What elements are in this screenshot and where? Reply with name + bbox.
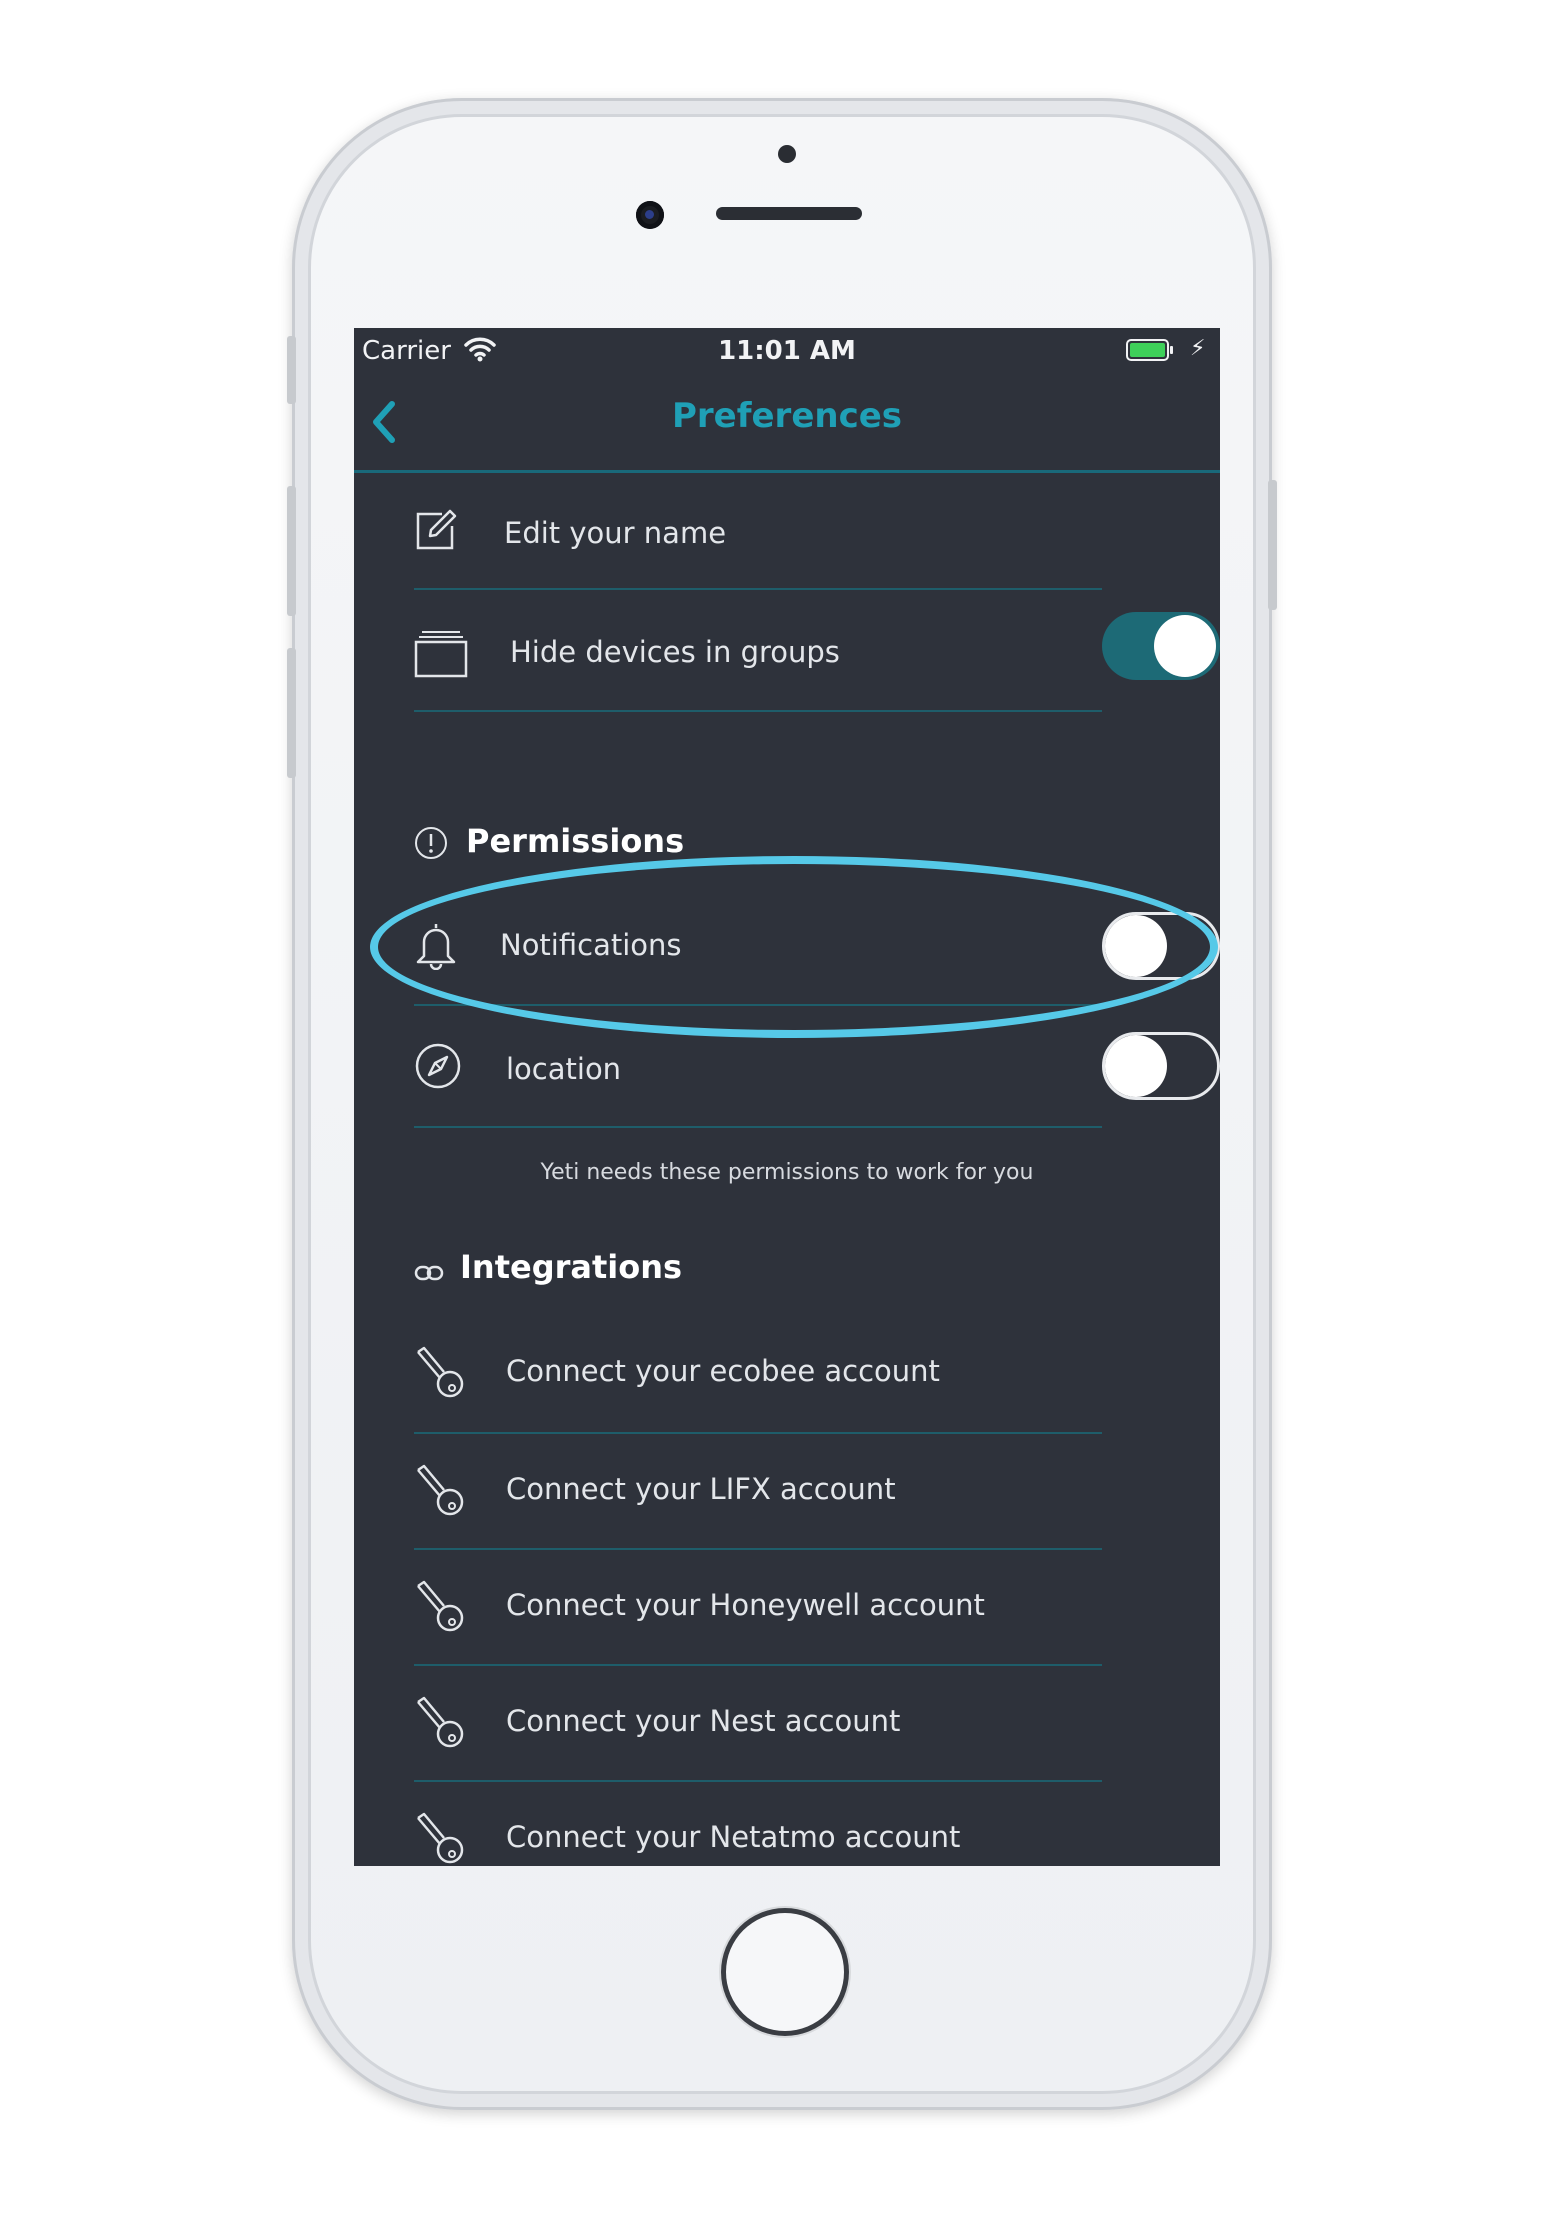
- key-icon: [417, 1812, 464, 1864]
- hide-devices-row: Hide devices in groups: [414, 590, 1220, 712]
- integration-nest-row[interactable]: Connect your Nest account: [414, 1666, 1102, 1782]
- proximity-sensor: [778, 145, 796, 163]
- location-row: location: [414, 1006, 1220, 1128]
- power-button: [1268, 480, 1277, 610]
- integration-netatmo-row[interactable]: Connect your Netatmo account: [414, 1782, 1102, 1866]
- info-circle-icon: [415, 827, 447, 859]
- home-button[interactable]: [721, 1908, 849, 2036]
- volume-down-button: [287, 648, 296, 778]
- toggle-knob: [1105, 1035, 1167, 1097]
- link-icon: [414, 1265, 444, 1281]
- integration-honeywell-row[interactable]: Connect your Honeywell account: [414, 1550, 1102, 1666]
- notifications-row: Notifications: [414, 876, 1220, 1006]
- key-icon: [417, 1346, 464, 1398]
- toggle-knob: [1154, 615, 1216, 677]
- key-icon: [417, 1464, 464, 1516]
- permissions-hint: Yeti needs these permissions to work for…: [540, 1160, 1034, 1185]
- location-toggle[interactable]: [1102, 1032, 1220, 1100]
- page-title: Preferences: [671, 396, 903, 436]
- charging-icon: ⚡: [1190, 336, 1206, 361]
- integration-label: Connect your Honeywell account: [506, 1588, 985, 1622]
- toggle-knob: [1105, 915, 1167, 977]
- integrations-heading: Integrations: [460, 1248, 683, 1286]
- notifications-label: Notifications: [500, 928, 682, 962]
- status-time: 11:01 AM: [718, 336, 856, 366]
- hide-devices-toggle[interactable]: [1102, 612, 1220, 680]
- volume-up-button: [287, 486, 296, 616]
- battery-icon: [1126, 339, 1173, 361]
- location-label: location: [506, 1052, 622, 1086]
- integration-label: Connect your ecobee account: [506, 1354, 940, 1388]
- hide-devices-label: Hide devices in groups: [510, 635, 840, 669]
- key-icon: [417, 1580, 464, 1632]
- earpiece-speaker: [716, 207, 862, 220]
- edit-icon: [416, 509, 457, 550]
- integration-lifx-row[interactable]: Connect your LIFX account: [414, 1434, 1102, 1550]
- key-icon: [417, 1696, 464, 1748]
- mute-switch: [287, 336, 296, 404]
- front-camera: [636, 201, 664, 229]
- integration-label: Connect your Netatmo account: [506, 1820, 961, 1854]
- edit-name-label: Edit your name: [504, 516, 727, 550]
- notifications-toggle[interactable]: [1102, 912, 1220, 980]
- folder-icon: [414, 631, 468, 678]
- integration-label: Connect your LIFX account: [506, 1472, 896, 1506]
- app-screen: Carrier 11:01 AM ⚡ Preferences Edit your…: [354, 328, 1220, 1866]
- navigation-bar: Preferences: [354, 374, 1220, 473]
- permissions-heading: Permissions: [466, 822, 685, 860]
- edit-name-row[interactable]: Edit your name: [414, 470, 1102, 590]
- compass-icon: [415, 1043, 461, 1089]
- status-bar: Carrier 11:01 AM ⚡: [354, 328, 1220, 374]
- integration-label: Connect your Nest account: [506, 1704, 901, 1738]
- integration-ecobee-row[interactable]: Connect your ecobee account: [414, 1304, 1102, 1434]
- bell-icon: [416, 924, 456, 970]
